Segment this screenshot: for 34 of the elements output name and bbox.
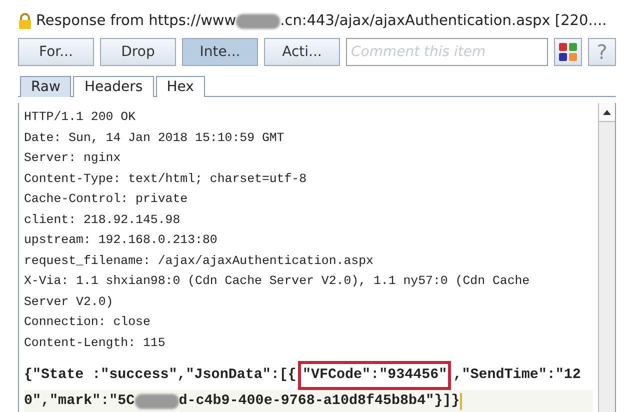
scroll-up-icon[interactable]	[603, 110, 611, 114]
header-line: HTTP/1.1 200 OK	[24, 109, 137, 126]
tab[interactable]: Hex	[156, 76, 205, 97]
redaction-blot	[236, 14, 280, 28]
header-line: Content-Length: 115	[24, 334, 166, 352]
header-line: upstream: 192.168.0.213:80	[24, 232, 218, 249]
toolbar-button[interactable]: Inte...	[182, 38, 258, 66]
text-label: .cn:443/ajax/ajaxAuthentication.aspx [220....	[280, 13, 607, 29]
text-cursor	[460, 393, 462, 410]
header-line: Connection: close	[24, 314, 152, 331]
toolbar-button[interactable]: Acti...	[264, 38, 340, 66]
redaction-blot	[134, 394, 179, 409]
scrollbar[interactable]	[598, 103, 615, 412]
header-line: X-Via: 1.1 shxian98:0 (Cdn Cache Server V2.0), 1.1 ny57:0 (Cdn Cache	[24, 273, 531, 290]
header-line: Content-Type: text/html; charset=utf-8	[24, 170, 308, 188]
header-line: Cache-Control: private	[24, 191, 189, 208]
text-label: 0","mark":"5C	[24, 392, 135, 411]
highlight-box: "VFCode":"934456"	[298, 361, 452, 390]
text-label: ,"SendTime":"12	[453, 366, 581, 385]
header-line: client: 218.92.145.98	[24, 212, 182, 228]
header-line: Date: Sun, 14 Jan 2018 15:10:59 GMT	[24, 130, 286, 146]
color-grid-icon[interactable]	[554, 38, 582, 66]
toolbar-button[interactable]: Drop	[100, 38, 176, 66]
text-label: {"State :"success","JsonData":[{	[24, 366, 296, 385]
text-label: d-c4b9-400e-9768-a10d8f45b8b4"}]}	[178, 392, 460, 411]
tab[interactable]: Headers	[73, 76, 154, 97]
text-label: Response from https://www	[36, 13, 236, 29]
header-line: Server: nginx	[24, 150, 122, 167]
header-line: request_filename: /ajax/ajaxAuthentication.aspx	[24, 252, 374, 270]
toolbar-button[interactable]: For...	[18, 38, 94, 66]
lock-icon	[18, 13, 32, 29]
tab[interactable]: Raw	[20, 76, 72, 97]
comment-field[interactable]: Comment this item	[346, 38, 548, 66]
header-line: Server V2.0)	[24, 294, 114, 310]
